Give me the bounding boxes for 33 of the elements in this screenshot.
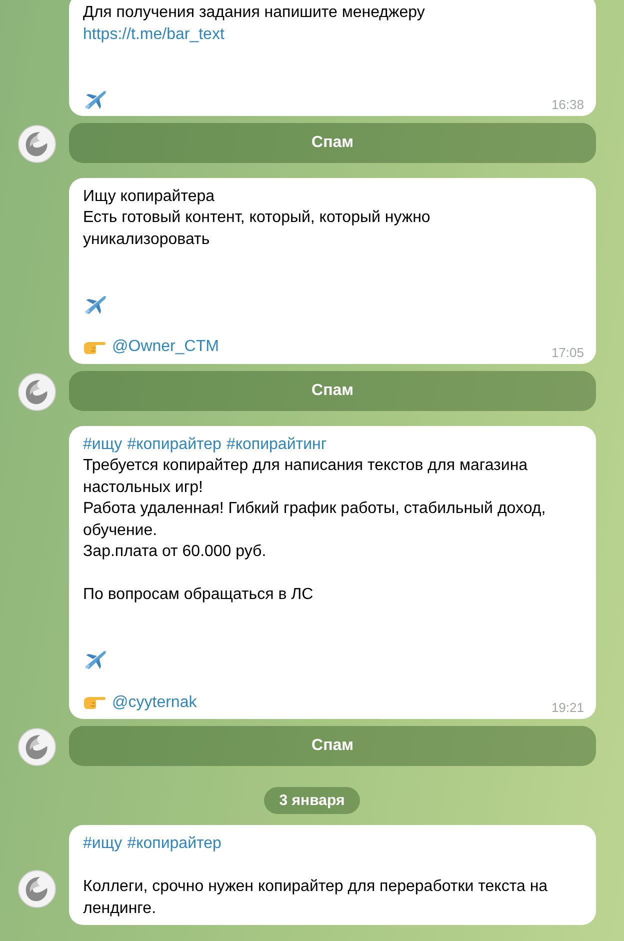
hashtag-link[interactable]: #копирайтер (127, 833, 222, 854)
message-text: Коллеги, срочно нужен копирайтер для переработки текста на (83, 877, 548, 897)
spam-button[interactable]: Спам (69, 726, 596, 766)
username-link[interactable]: @cyyternak (112, 692, 197, 713)
message-text: Зар.плата от 60.000 руб. (83, 542, 266, 562)
message-text: обучение. (83, 520, 158, 540)
message-time: 16:38 (551, 96, 584, 112)
message-text: Требуется копирайтер для написания текстов для магазина (83, 456, 528, 476)
avatar-icon[interactable] (18, 870, 56, 908)
username-link[interactable]: @Owner_CTM (112, 336, 219, 358)
message-time: 17:05 (551, 344, 584, 360)
message-time: 19:21 (551, 700, 584, 715)
message-text: Работа удаленная! Гибкий график работы, стабильный доход, (83, 499, 546, 519)
message-text: уникализоровать (83, 230, 210, 250)
hashtag-link[interactable]: #копирайтинг (226, 434, 327, 455)
airplane-icon (83, 648, 107, 670)
message-text: настольных игр! (83, 478, 203, 498)
hashtag-link[interactable]: #ищу (83, 833, 122, 854)
avatar-icon[interactable] (18, 372, 56, 410)
message-text: Для получения задания напишите менеджеру (83, 3, 425, 23)
pointing-hand-icon (83, 694, 107, 710)
message-text: лендинге. (83, 898, 156, 918)
spam-button[interactable]: Спам (69, 370, 596, 410)
avatar-icon[interactable] (18, 124, 56, 162)
spam-button[interactable]: Спам (69, 122, 596, 162)
date-badge: 3 января (264, 787, 360, 814)
message-link[interactable]: https://t.me/bar_text (83, 24, 224, 45)
hashtag-link[interactable]: #копирайтер (127, 434, 222, 455)
hashtag-link[interactable]: #ищу (83, 434, 122, 455)
message-text: Ищу копирайтера (83, 186, 215, 206)
avatar-icon[interactable] (18, 728, 56, 766)
message-text: По вопросам обращаться в ЛС (83, 585, 314, 605)
message-text: Есть готовый контент, который, который нужно (83, 208, 430, 228)
